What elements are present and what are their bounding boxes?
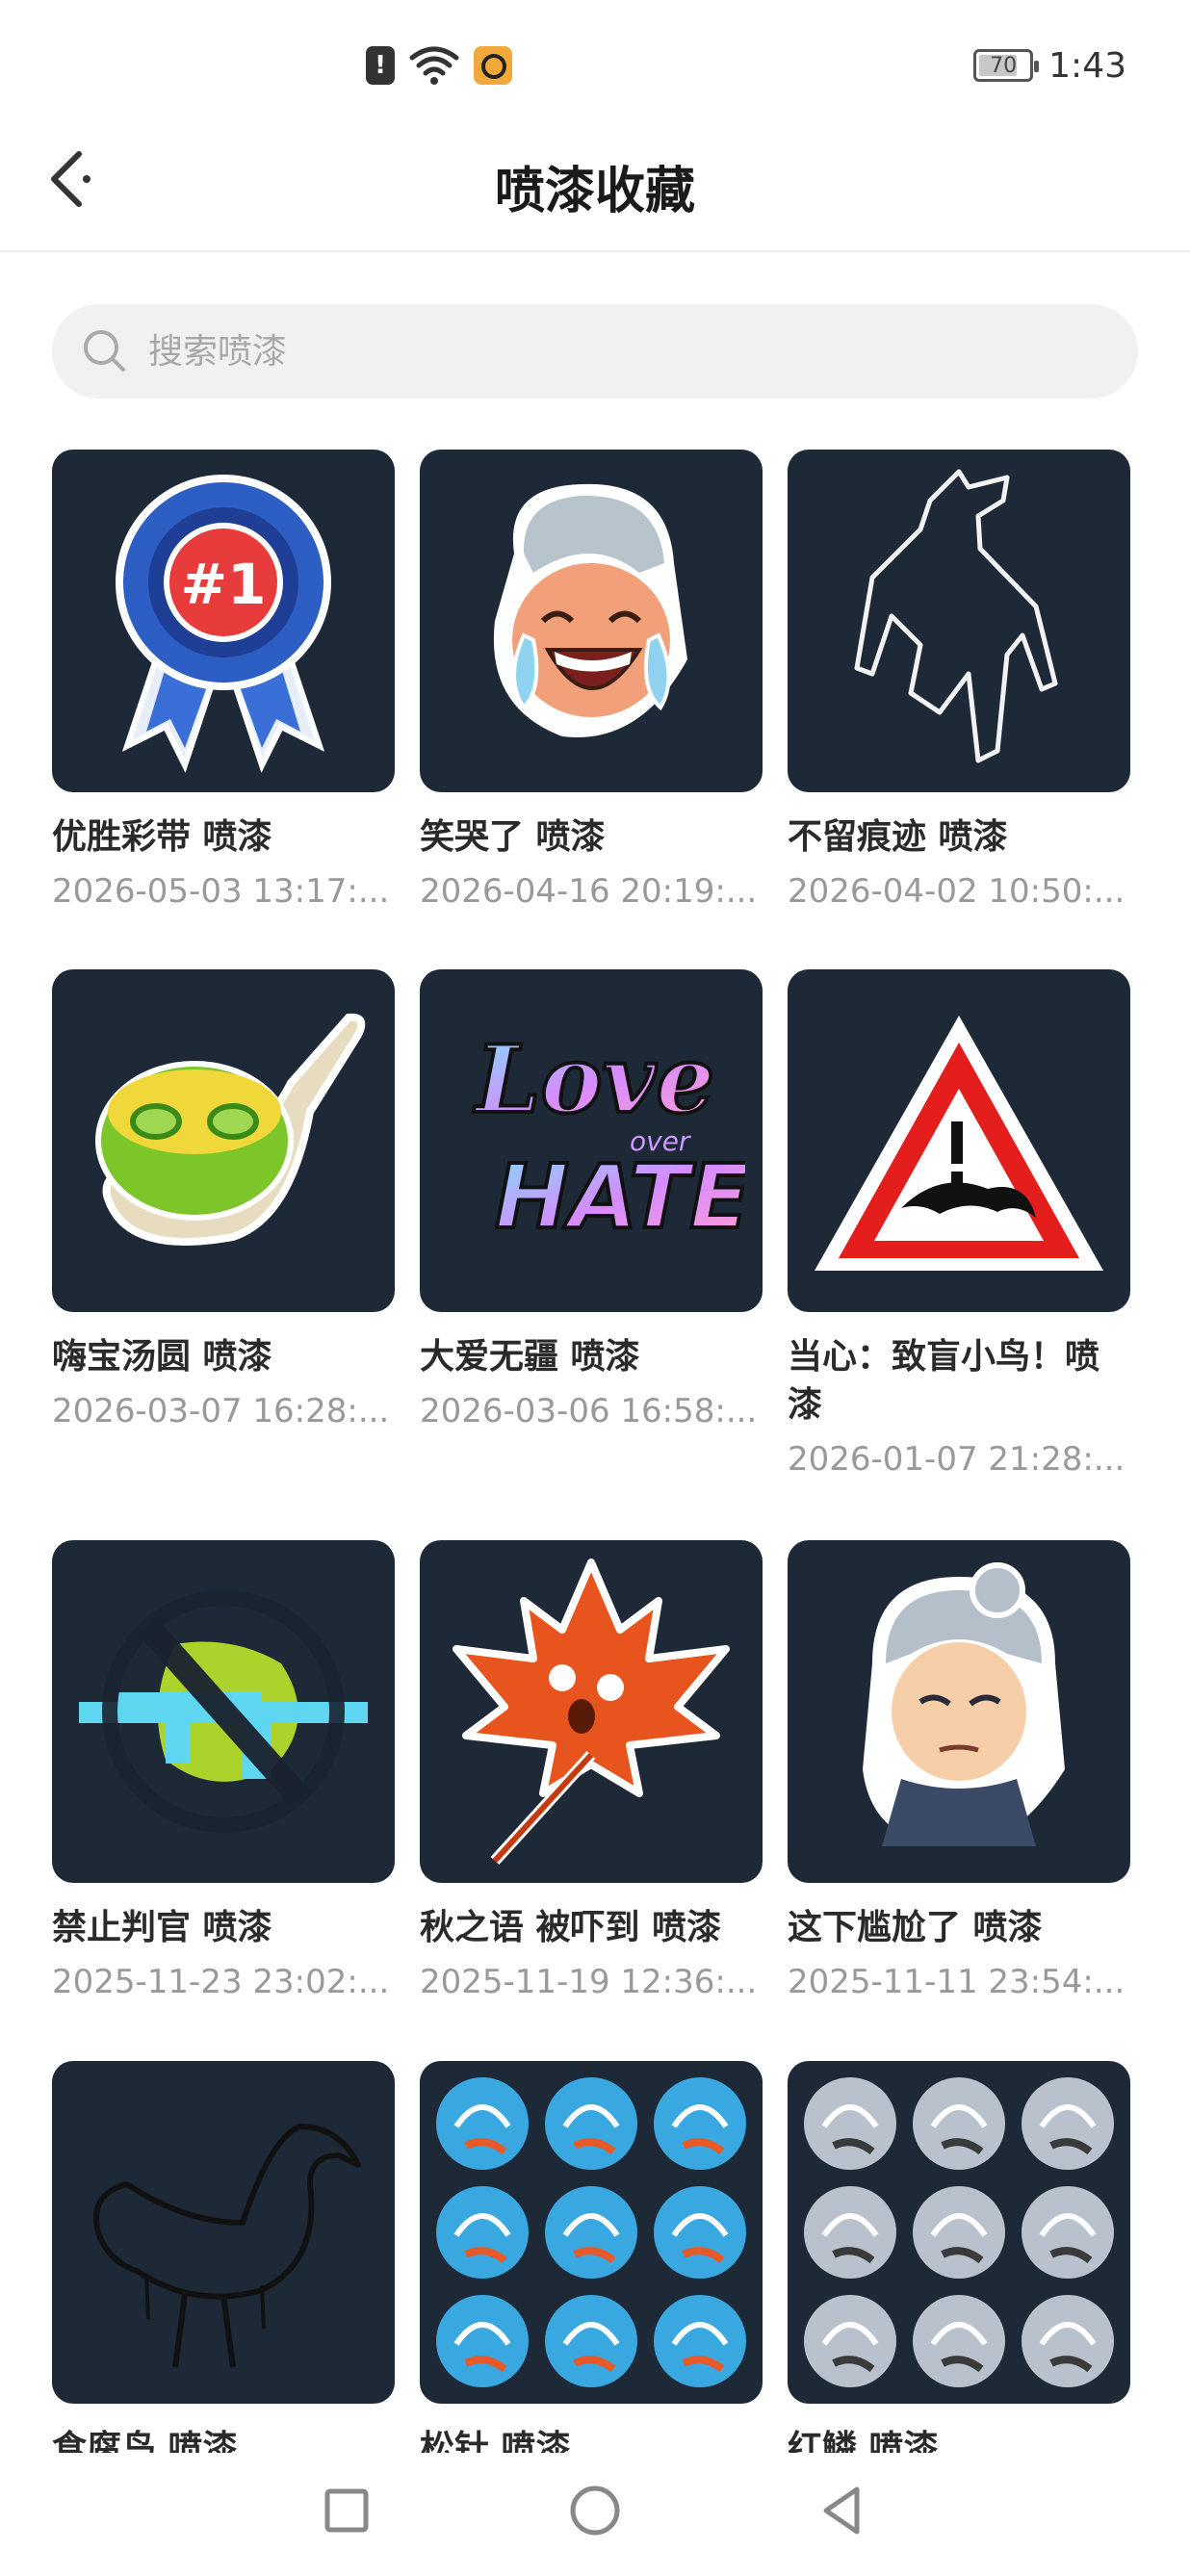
home-icon[interactable] bbox=[566, 2482, 624, 2539]
spray-date: 2026-04-16 20:19:... bbox=[420, 872, 758, 911]
pine-needle-spray-image bbox=[420, 2061, 763, 2404]
spray-card[interactable]: 不留痕迹 喷漆 2026-04-02 10:50:... bbox=[788, 450, 1130, 969]
spray-card[interactable]: 当心：致盲小鸟！喷漆 2026-01-07 21:28:... bbox=[788, 969, 1130, 1540]
spray-card[interactable]: 禁止判官 喷漆 2025-11-23 23:02:... bbox=[52, 1540, 395, 2061]
battery-icon: 70 bbox=[973, 49, 1040, 82]
no-judge-spray-image bbox=[52, 1540, 395, 1883]
battery-level: 70 bbox=[990, 53, 1018, 78]
app-notification-icon bbox=[474, 46, 512, 85]
search-bar[interactable] bbox=[52, 304, 1138, 399]
spray-name: 笑哭了 喷漆 bbox=[420, 817, 606, 857]
spray-card[interactable]: 食腐鸟 喷漆 bbox=[52, 2061, 395, 2468]
wave-pattern bbox=[436, 2077, 746, 2387]
system-nav-bar bbox=[0, 2453, 1190, 2576]
spray-date: 2025-11-23 23:02:... bbox=[52, 1963, 390, 2001]
wave-pattern bbox=[804, 2077, 1114, 2387]
laughing-tears-spray-image bbox=[420, 450, 763, 792]
search-input[interactable] bbox=[148, 331, 1015, 372]
warning-bird-spray-image bbox=[788, 969, 1130, 1312]
header: 喷漆收藏 bbox=[0, 116, 1190, 252]
ribbon-badge-text: #1 bbox=[181, 552, 267, 617]
spray-name: 优胜彩带 喷漆 bbox=[52, 817, 272, 857]
spray-name: 禁止判官 喷漆 bbox=[52, 1908, 272, 1947]
spray-grid: #1 优胜彩带 喷漆 2026-05-03 13:17:... 笑哭了 喷漆 2… bbox=[52, 450, 1138, 2468]
back-nav-icon[interactable] bbox=[815, 2482, 872, 2539]
clock: 1:43 bbox=[1048, 45, 1126, 86]
love-over-hate-spray-image: Love over HATE bbox=[420, 969, 763, 1312]
chalk-outline-spray-image bbox=[788, 450, 1130, 792]
spray-card[interactable]: #1 优胜彩带 喷漆 2026-05-03 13:17:... bbox=[52, 450, 395, 969]
spray-name: 当心：致盲小鸟！喷漆 bbox=[788, 1337, 1100, 1425]
spray-card[interactable]: Love over HATE 大爱无疆 喷漆 2026-03-06 16:58:… bbox=[420, 969, 763, 1540]
ribbon-spray-image: #1 bbox=[52, 450, 395, 792]
spray-date: 2025-11-19 12:36:... bbox=[420, 1963, 758, 2001]
status-bar: ! 70 1:43 bbox=[0, 0, 1190, 116]
spray-card[interactable]: 笑哭了 喷漆 2026-04-16 20:19:... bbox=[420, 450, 763, 969]
spray-card[interactable]: 秋之语 被吓到 喷漆 2025-11-19 12:36:... bbox=[420, 1540, 763, 2061]
page-title: 喷漆收藏 bbox=[494, 163, 695, 220]
spray-name: 大爱无疆 喷漆 bbox=[420, 1337, 640, 1377]
dumpling-spoon-spray-image bbox=[52, 969, 395, 1312]
alert-icon: ! bbox=[366, 46, 395, 85]
spray-card[interactable]: 松针 喷漆 bbox=[420, 2061, 763, 2468]
spray-date: 2026-01-07 21:28:... bbox=[788, 1440, 1125, 1479]
spray-date: 2025-11-11 23:54:... bbox=[788, 1963, 1125, 2001]
maple-leaf-spray-image bbox=[420, 1540, 763, 1883]
hate-word: HATE bbox=[495, 1146, 745, 1249]
spray-date: 2026-04-02 10:50:... bbox=[788, 872, 1125, 911]
spray-name: 这下尴尬了 喷漆 bbox=[788, 1908, 1043, 1947]
red-scale-spray-image bbox=[788, 2061, 1130, 2404]
wifi-icon bbox=[409, 46, 459, 85]
search-icon bbox=[84, 330, 125, 372]
spray-card[interactable]: 这下尴尬了 喷漆 2025-11-11 23:54:... bbox=[788, 1540, 1130, 2061]
spray-date: 2026-03-07 16:28:... bbox=[52, 1392, 390, 1430]
spray-name: 不留痕迹 喷漆 bbox=[788, 817, 1008, 857]
status-right: 70 1:43 bbox=[973, 44, 1126, 87]
spray-date: 2026-03-06 16:58:... bbox=[420, 1392, 758, 1430]
love-word: Love bbox=[473, 1025, 714, 1134]
carrion-bird-spray-image bbox=[52, 2061, 395, 2404]
spray-name: 嗨宝汤圆 喷漆 bbox=[52, 1337, 272, 1377]
spray-date: 2026-05-03 13:17:... bbox=[52, 872, 390, 911]
spray-name: 秋之语 被吓到 喷漆 bbox=[420, 1908, 722, 1947]
spray-card[interactable]: 红鳞 喷漆 bbox=[788, 2061, 1130, 2468]
awkward-girl-spray-image bbox=[788, 1540, 1130, 1883]
spray-card[interactable]: 嗨宝汤圆 喷漆 2026-03-07 16:28:... bbox=[52, 969, 395, 1540]
recents-icon[interactable] bbox=[318, 2482, 375, 2539]
status-icons: ! bbox=[366, 44, 512, 87]
